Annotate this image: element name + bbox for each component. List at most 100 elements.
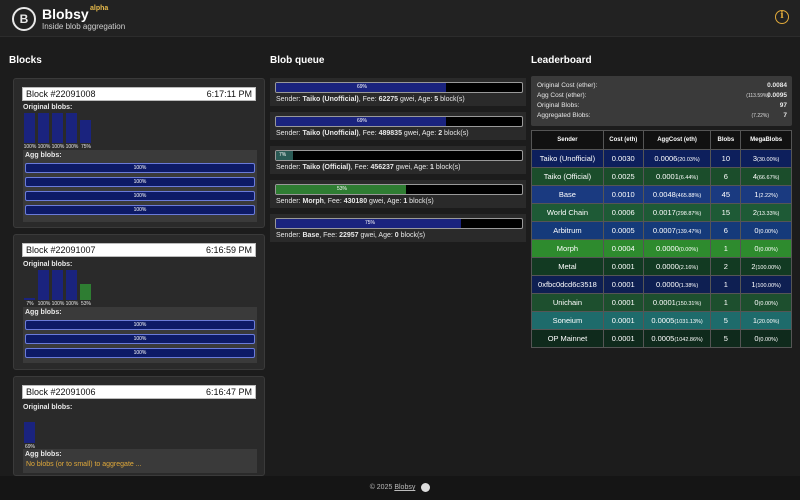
cell-sender: Taiko (Official) [531,167,604,186]
agg-blob-bar: 100% [25,177,255,187]
cell-blobs: 15 [710,203,742,222]
age-value: 1 [430,164,434,171]
queue-item-text: Sender: Morph, Fee: 430180 gwei, Age: 1 … [276,198,434,205]
fee-label: Fee: [327,198,342,205]
github-icon[interactable] [421,482,431,492]
block-card: Block #22091006 6:16:47 PM Original blob… [13,376,265,476]
table-row[interactable]: Metal 0.0001 0.0000(2.16%) 2 2(100.00%) [531,257,792,276]
original-blob-bar [24,422,35,443]
blob-queue-heading: Blob queue [270,55,325,66]
info-circle-icon[interactable]: i [775,10,789,24]
header-aggcost[interactable]: AggCost (eth) [642,130,712,150]
queue-item: 53% Sender: Morph, Fee: 430180 gwei, Age:… [270,180,526,208]
mega-pct: (0.00%) [758,247,778,253]
mega-pct: (2.22%) [758,193,778,199]
block-time: 6:16:47 PM [205,387,252,397]
aggcost-pct: (139.47%) [675,229,702,235]
summary-value: 0.0095 [767,92,787,99]
aggcost-value: 0.0048 [652,190,676,199]
table-row[interactable]: Soneium 0.0001 0.0005(1031.13%) 5 1(20.00%) [531,311,792,330]
agg-blobs-label: Agg blobs: [25,309,62,316]
cell-cost: 0.0006 [602,203,644,222]
queue-progress-track: 69% [275,116,523,127]
agg-blob-bar: 100% [25,334,255,344]
table-row[interactable]: 0xfbc0dcd6c3518 0.0001 0.0000(1.38%) 1 1(100… [531,275,792,294]
queue-progress-pct: 7% [279,152,287,158]
cell-megablobs: 1(100.00%) [740,275,792,294]
cell-sender: Morph [531,239,604,258]
table-row[interactable]: Taiko (Official) 0.0025 0.0001(6.44%) 6 4(66… [531,167,792,186]
cell-megablobs: 3(30.00%) [740,149,792,168]
queue-item: 7% Sender: Taiko (Official), Fee: 456237 … [270,146,526,174]
cell-aggcost: 0.0001(6.44%) [642,167,712,186]
gwei-age-label: gwei, Age: [360,232,393,239]
mega-pct: (0.00%) [758,337,778,343]
block-number: Block #22091006 [26,387,96,397]
mega-pct: (100.00%) [755,283,781,289]
cell-megablobs: 4(66.67%) [740,167,792,186]
summary-value: 7 [783,112,787,119]
sender-label: Sender: [276,130,301,137]
table-row[interactable]: OP Mainnet 0.0001 0.0005(1042.86%) 5 0(0.00%… [531,329,792,348]
sender-name: Morph [302,198,324,205]
cell-cost: 0.0025 [602,167,644,186]
header-megablobs[interactable]: MegaBlobs [740,130,792,150]
aggcost-value: 0.0007 [652,226,676,235]
cell-megablobs: 0(0.00%) [740,293,792,312]
fee-label: Fee: [354,164,369,171]
cell-aggcost: 0.0048(465.88%) [642,185,712,204]
table-row[interactable]: Unichain 0.0001 0.0001(150.31%) 1 0(0.00%) [531,293,792,312]
header-cost[interactable]: Cost (eth) [602,130,644,150]
mega-pct: (30.00%) [757,157,780,163]
queue-item: 69% Sender: Taiko (Unofficial), Fee: 4898… [270,112,526,140]
original-blob-bar [80,120,91,143]
cell-cost: 0.0001 [602,311,644,330]
blobsy-logo[interactable]: B [12,7,36,31]
header-sender[interactable]: Sender [531,130,604,150]
gwei-age-label: gwei, Age: [400,96,433,103]
summary-value: 97 [779,102,787,109]
table-row[interactable]: Arbitrum 0.0005 0.0007(139.47%) 6 0(0.00%) [531,221,792,240]
header-blobs[interactable]: Blobs [710,130,742,150]
block-card: Block #22091008 6:17:11 PM Original blob… [13,78,265,228]
aggcost-value: 0.0005 [651,316,675,325]
original-blob-bar [66,113,77,143]
aggcost-value: 0.0001 [655,172,679,181]
agg-blobs-label: Agg blobs: [25,152,62,159]
cell-cost: 0.0030 [602,149,644,168]
table-row[interactable]: Taiko (Unofficial) 0.0030 0.0006(20.03%) 10… [531,149,792,168]
queue-item-text: Sender: Base, Fee: 22957 gwei, Age: 0 bl… [276,232,426,239]
alpha-badge: alpha [90,5,109,12]
table-row[interactable]: World Chain 0.0006 0.0017(298.87%) 15 2(13.3… [531,203,792,222]
cell-sender: Taiko (Unofficial) [531,149,604,168]
aggcost-pct: (1031.13%) [674,319,703,325]
aggcost-pct: (2.16%) [678,265,699,271]
queue-progress-pct: 75% [365,220,376,226]
sender-label: Sender: [276,96,301,103]
cell-aggcost: 0.0000(2.16%) [642,257,712,276]
queue-progress-track: 53% [275,184,523,195]
cell-sender: Base [531,185,604,204]
copyright-text: © 2025 [369,484,393,491]
leaderboard-table: Sender Cost (eth) AggCost (eth) Blobs Me… [531,130,792,348]
cell-megablobs: 2(100.00%) [740,257,792,276]
aggcost-pct: (0.00%) [678,247,699,253]
agg-blob-bar: 100% [25,191,255,201]
blocks-label: block(s) [444,130,469,137]
cell-sender: Soneium [531,311,604,330]
fee-label: Fee: [362,96,377,103]
fee-value: 456237 [370,164,394,171]
mega-pct: (20.00%) [757,319,780,325]
cell-cost: 0.0010 [602,185,644,204]
agg-blobs-panel: Agg blobs: 100% 100% 100% 100% [23,150,257,222]
cell-sender: OP Mainnet [531,329,604,348]
leaderboard-heading: Leaderboard [531,55,592,66]
original-blob-bar [38,113,49,143]
table-row[interactable]: Base 0.0010 0.0048(465.88%) 45 1(2.22%) [531,185,792,204]
gwei-age-label: gwei, Age: [403,130,437,137]
sender-name: Taiko (Official) [302,164,351,171]
cell-aggcost: 0.0005(1042.86%) [642,329,712,348]
table-row[interactable]: Morph 0.0004 0.0000(0.00%) 1 0(0.00%) [531,239,792,258]
blobsy-link[interactable]: Blobsy [394,484,415,491]
queue-item: 69% Sender: Taiko (Unofficial), Fee: 6227… [270,78,526,106]
